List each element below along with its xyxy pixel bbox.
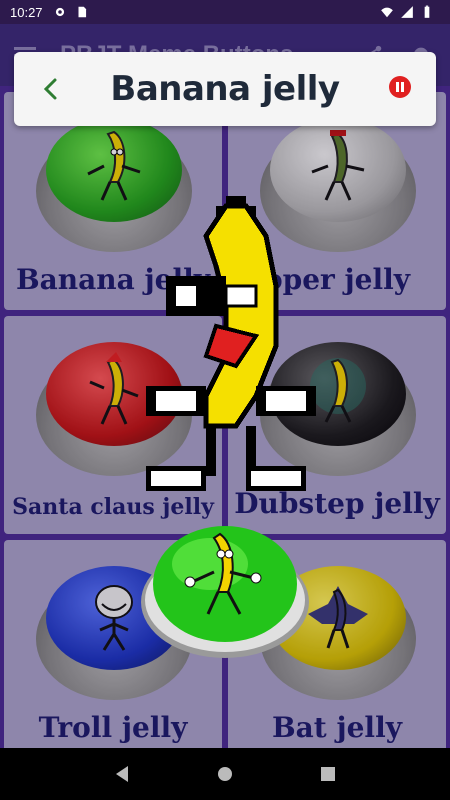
system-nav-bar xyxy=(0,748,450,800)
bat-banana-icon xyxy=(308,586,368,649)
status-time: 10:27 xyxy=(10,4,43,20)
play-banana-button[interactable] xyxy=(140,520,310,660)
card-label: Santa claus jelly xyxy=(12,494,214,520)
battery-icon xyxy=(424,5,430,18)
dancing-banana-sprite xyxy=(146,196,316,491)
status-bar: 10:27 xyxy=(0,0,450,24)
sd-card-icon xyxy=(78,6,86,18)
card-label: Bat jelly xyxy=(272,711,402,744)
banana-icon xyxy=(87,130,141,201)
gear-icon xyxy=(55,7,64,17)
playing-header: Banana jelly xyxy=(14,52,436,126)
home-circle-icon[interactable] xyxy=(213,762,237,786)
back-arrow-icon[interactable] xyxy=(36,74,66,104)
pause-icon[interactable] xyxy=(389,76,411,98)
card-label: Troll jelly xyxy=(38,711,188,744)
signal-icon xyxy=(401,6,413,18)
zombie-banana-icon xyxy=(311,130,365,201)
recents-square-icon[interactable] xyxy=(316,762,340,786)
back-triangle-icon[interactable] xyxy=(110,762,134,786)
playing-title: Banana jelly xyxy=(110,69,340,109)
wifi-icon xyxy=(381,7,393,18)
